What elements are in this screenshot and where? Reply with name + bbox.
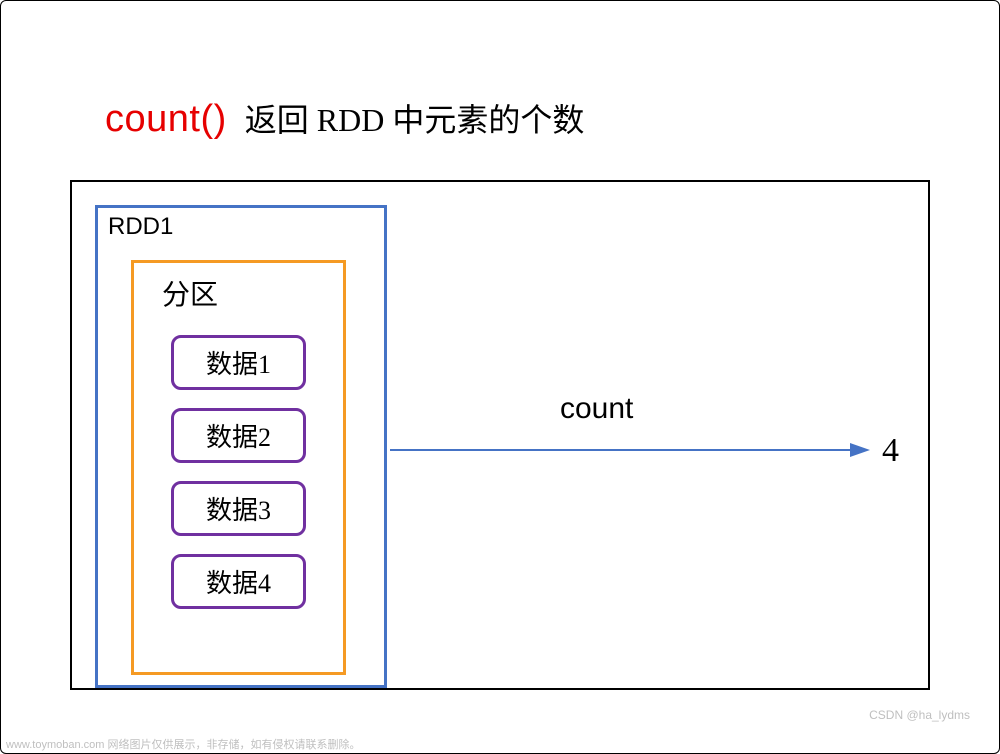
data-items-list: 数据1 数据2 数据3 数据4: [134, 335, 343, 609]
method-description: 返回 RDD 中元素的个数: [245, 95, 585, 141]
rdd-label: RDD1: [108, 213, 173, 241]
watermark-author: CSDN @ha_lydms: [869, 708, 970, 722]
method-name: count(): [105, 98, 227, 141]
watermark-source: www.toymoban.com 网络图片仅供展示，非存储，如有侵权请联系删除。: [6, 736, 360, 752]
partition-label: 分区: [162, 273, 343, 313]
rdd-box: RDD1 分区 数据1 数据2 数据3 数据4: [95, 205, 387, 688]
data-item: 数据1: [171, 335, 306, 390]
data-item: 数据4: [171, 554, 306, 609]
data-item: 数据3: [171, 481, 306, 536]
arrow-label: count: [560, 392, 633, 426]
arrow-container: count: [390, 440, 870, 490]
data-item: 数据2: [171, 408, 306, 463]
arrow-icon: [390, 440, 870, 460]
result-value: 4: [882, 432, 899, 470]
partition-box: 分区 数据1 数据2 数据3 数据4: [131, 260, 346, 675]
title-section: count() 返回 RDD 中元素的个数: [105, 95, 584, 141]
diagram-container: RDD1 分区 数据1 数据2 数据3 数据4 count 4: [70, 180, 930, 690]
